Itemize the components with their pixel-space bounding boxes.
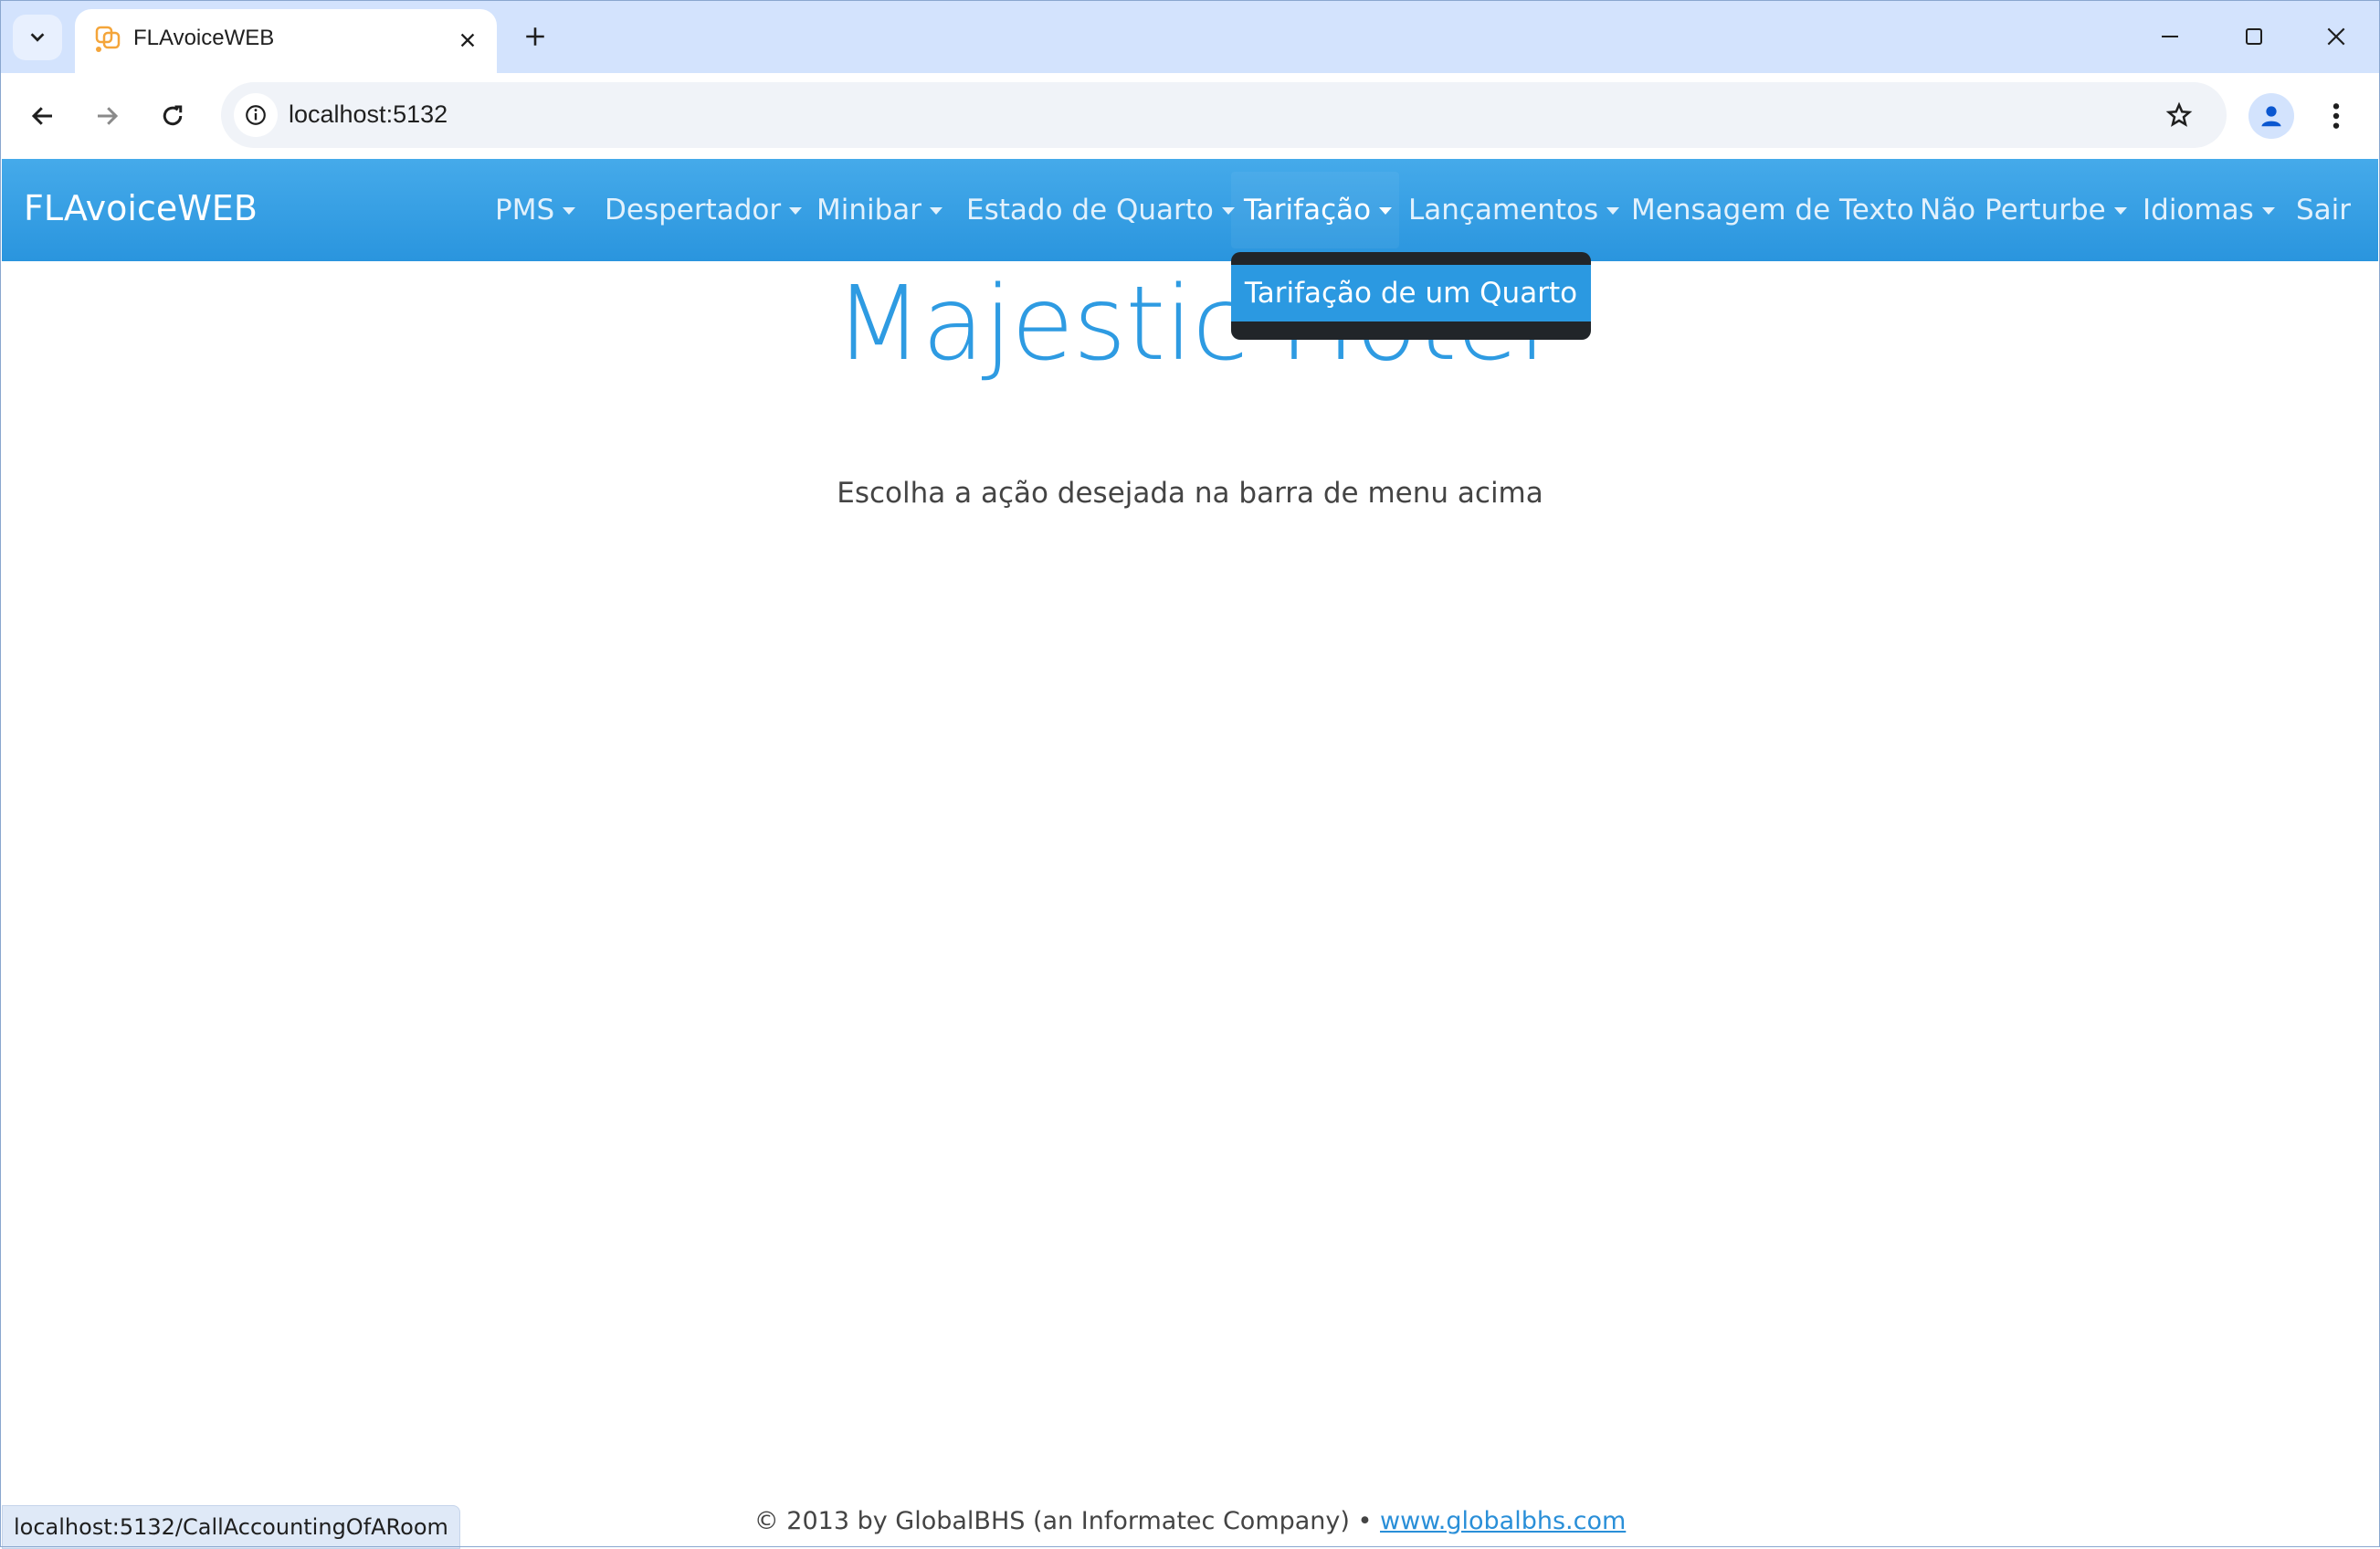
reload-icon[interactable]	[150, 93, 195, 139]
page-title: Majestic Hotel	[834, 265, 1547, 384]
tab-search-button[interactable]	[13, 15, 62, 60]
caret-down-icon	[563, 207, 576, 215]
menu-label: Estado de Quarto	[966, 194, 1214, 227]
new-tab-icon[interactable]	[517, 18, 553, 55]
site-info-icon[interactable]	[234, 93, 278, 137]
menu-label: Despertador	[605, 194, 782, 227]
brand-link[interactable]: FLAvoiceWEB	[24, 188, 258, 228]
profile-avatar-icon[interactable]	[2248, 93, 2294, 139]
bookmark-star-icon[interactable]	[2163, 99, 2196, 132]
menu-label: Tarifação	[1244, 194, 1372, 227]
favicon-icon	[90, 22, 126, 58]
chevron-down-icon	[30, 33, 45, 42]
caret-down-icon	[1221, 207, 1235, 215]
menu-despertador[interactable]: Despertador	[605, 194, 803, 227]
menu-label: Mensagem de Texto	[1631, 194, 1914, 227]
menu-estado-de-quarto[interactable]: Estado de Quarto	[966, 194, 1235, 227]
maximize-icon[interactable]	[2227, 15, 2281, 58]
browser-tab[interactable]: FLAvoiceWEB	[75, 9, 497, 73]
caret-down-icon	[930, 207, 943, 215]
instruction-text: Escolha a ação desejada na barra de menu…	[837, 477, 1543, 510]
forward-arrow-icon[interactable]	[84, 93, 130, 139]
footer-copyright: © 2013 by GlobalBHS (an Informatec Compa…	[753, 1507, 1381, 1535]
menu-lancamentos[interactable]: Lançamentos	[1408, 194, 1620, 227]
close-tab-icon[interactable]	[451, 24, 484, 57]
menu-idiomas[interactable]: Idiomas	[2143, 194, 2275, 227]
menu-label: Lançamentos	[1408, 194, 1599, 227]
tarifacao-dropdown: Tarifação de um Quarto	[1231, 252, 1591, 340]
menu-label: Sair	[2296, 194, 2352, 227]
menu-mensagem-de-texto[interactable]: Mensagem de Texto	[1631, 194, 1914, 227]
app-navbar: FLAvoiceWEB PMS Despertador Minibar Esta…	[2, 159, 2378, 261]
menu-sair[interactable]: Sair	[2296, 194, 2351, 227]
menu-label: Minibar	[816, 194, 922, 227]
url-text[interactable]: localhost:5132	[289, 100, 448, 129]
menu-label: PMS	[495, 194, 555, 227]
browser-menu-icon[interactable]	[2318, 93, 2354, 139]
status-url-bubble: localhost:5132/CallAccountingOfARoom	[2, 1505, 460, 1549]
menu-tarifacao[interactable]: Tarifação	[1244, 194, 1393, 227]
minimize-icon[interactable]	[2143, 15, 2197, 58]
close-window-icon[interactable]	[2309, 15, 2364, 58]
menu-label: Não Perturbe	[1920, 194, 2106, 227]
browser-tabstrip: FLAvoiceWEB	[0, 0, 2380, 73]
caret-down-icon	[2261, 207, 2275, 215]
back-arrow-icon[interactable]	[20, 93, 66, 139]
address-bar[interactable]: localhost:5132	[221, 82, 2227, 148]
menu-label: Idiomas	[2143, 194, 2254, 227]
menu-nao-perturbe[interactable]: Não Perturbe	[1920, 194, 2127, 227]
browser-toolbar: localhost:5132	[0, 73, 2380, 157]
footer-link[interactable]: www.globalbhs.com	[1380, 1507, 1626, 1535]
menu-pms[interactable]: PMS	[495, 194, 576, 227]
caret-down-icon	[1606, 207, 1620, 215]
menu-minibar[interactable]: Minibar	[816, 194, 943, 227]
caret-down-icon	[789, 207, 803, 215]
dropdown-item-tarifacao-de-um-quarto[interactable]: Tarifação de um Quarto	[1231, 265, 1591, 321]
caret-down-icon	[2113, 207, 2127, 215]
tab-title: FLAvoiceWEB	[133, 26, 275, 50]
caret-down-icon	[1379, 207, 1393, 215]
